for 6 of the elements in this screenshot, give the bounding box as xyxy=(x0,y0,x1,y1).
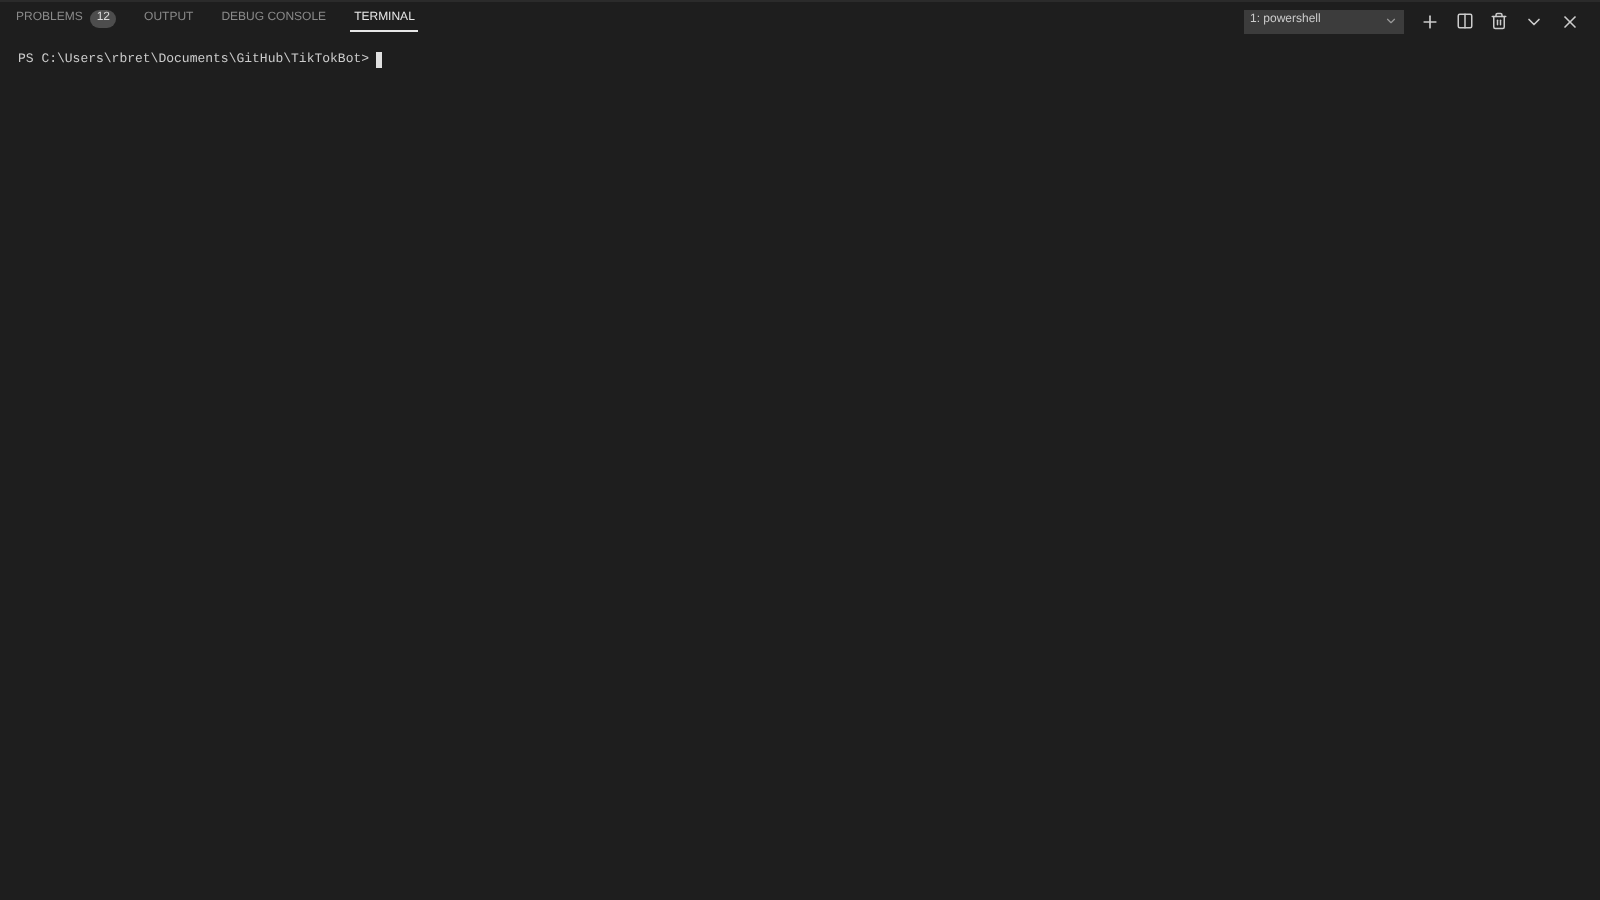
text-cursor xyxy=(375,51,382,68)
close-icon[interactable] xyxy=(1560,11,1580,31)
add-icon[interactable] xyxy=(1420,11,1440,31)
split-icon[interactable] xyxy=(1456,12,1474,30)
trash-icon[interactable] xyxy=(1490,12,1508,30)
chevron-icon xyxy=(1384,14,1398,28)
